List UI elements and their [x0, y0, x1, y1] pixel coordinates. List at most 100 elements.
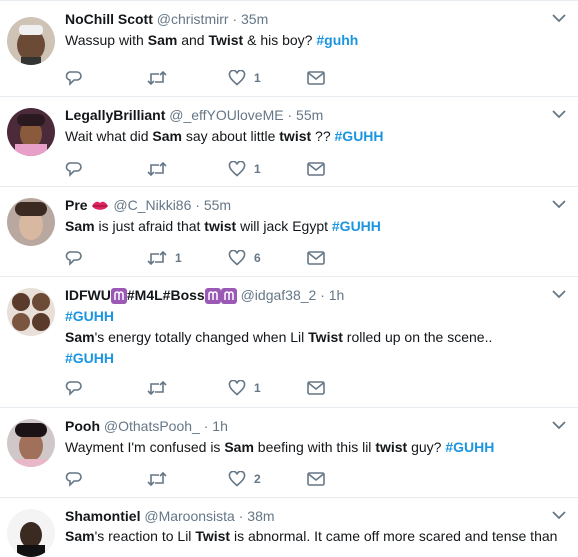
reply-icon — [65, 162, 82, 177]
author-handle[interactable]: @C_Nikki86 — [113, 197, 191, 213]
tweet[interactable]: IDFWU #M4L#Boss @idgaf38_2 · 1h #GUHH Sam… — [0, 277, 578, 408]
reply-button[interactable] — [65, 378, 83, 398]
like-count: 1 — [254, 162, 261, 176]
heart-icon — [228, 380, 246, 396]
timestamp[interactable]: 35m — [241, 11, 268, 27]
reply-button[interactable] — [65, 469, 83, 489]
timestamp[interactable]: 1h — [212, 418, 228, 434]
like-button[interactable]: 1 — [228, 159, 261, 179]
envelope-icon — [307, 71, 325, 85]
retweet-button[interactable]: 1 — [147, 248, 182, 268]
tweet[interactable]: Pre @C_Nikki86 · 55m Sam is just afraid … — [0, 187, 578, 277]
timestamp[interactable]: 55m — [204, 197, 231, 213]
timestamp[interactable]: 55m — [296, 107, 323, 123]
author-handle[interactable]: @idgaf38_2 — [241, 287, 317, 303]
retweet-count: 1 — [175, 251, 182, 265]
tweet-text: Wassup with Sam and Twist & his boy? #gu… — [65, 32, 359, 48]
chevron-down-icon[interactable] — [552, 289, 566, 299]
separator: · — [195, 197, 200, 213]
reply-button[interactable] — [65, 159, 83, 179]
tweet-text: Sam is just afraid that twist will jack … — [65, 218, 381, 234]
tweet[interactable]: NoChill Scott @christmirr · 35m Wassup w… — [0, 1, 578, 97]
separator: · — [238, 508, 244, 524]
dm-button[interactable] — [307, 378, 325, 398]
author-name[interactable]: IDFWU — [65, 287, 111, 303]
reply-button[interactable] — [65, 248, 83, 268]
heart-icon — [228, 471, 246, 487]
avatar[interactable] — [7, 509, 55, 557]
chevron-down-icon[interactable] — [552, 13, 566, 23]
chevron-down-icon[interactable] — [552, 510, 566, 520]
like-button[interactable]: 2 — [228, 469, 261, 489]
separator: · — [320, 287, 325, 303]
author-name[interactable]: Shamontiel — [65, 508, 140, 524]
tweet-text: Sam's reaction to Lil Twist is abnormal.… — [65, 528, 558, 544]
envelope-icon — [307, 472, 325, 486]
tweet-header: LegallyBrilliant @_effYOUloveME · 55m — [65, 106, 323, 124]
hashtag[interactable]: #GUHH — [335, 128, 384, 144]
tweet-actions: 1 — [65, 68, 365, 88]
avatar[interactable] — [7, 419, 55, 467]
author-handle[interactable]: @Maroonsista — [144, 508, 234, 524]
aries-icon — [220, 288, 237, 305]
hashtag[interactable]: #GUHH — [65, 350, 114, 366]
author-name[interactable]: LegallyBrilliant — [65, 107, 165, 123]
timestamp[interactable]: 1h — [329, 287, 345, 303]
author-name[interactable]: Pre — [65, 197, 88, 213]
retweet-icon — [147, 250, 167, 266]
tweet-actions: 2 — [65, 469, 365, 489]
envelope-icon — [307, 162, 325, 176]
chevron-down-icon[interactable] — [552, 109, 566, 119]
like-button[interactable]: 1 — [228, 378, 261, 398]
heart-icon — [228, 161, 246, 177]
author-name-part[interactable]: #M4L#Boss — [127, 287, 205, 303]
author-name[interactable]: Pooh — [65, 418, 100, 434]
reply-button[interactable] — [65, 68, 83, 88]
like-count: 1 — [254, 71, 261, 85]
hashtag[interactable]: #GUHH — [332, 218, 381, 234]
hashtag[interactable]: #guhh — [316, 32, 358, 48]
avatar[interactable] — [7, 288, 55, 336]
retweet-button[interactable] — [147, 378, 167, 398]
like-count: 2 — [254, 472, 261, 486]
hashtag[interactable]: #GUHH — [65, 308, 114, 324]
separator: · — [287, 107, 293, 123]
like-button[interactable]: 1 — [228, 68, 261, 88]
hashtag[interactable]: #GUHH — [445, 439, 494, 455]
avatar[interactable] — [7, 198, 55, 246]
timestamp[interactable]: 38m — [247, 508, 274, 524]
retweet-button[interactable] — [147, 469, 167, 489]
tweet-text: Wait what did Sam say about little twist… — [65, 128, 384, 144]
dm-button[interactable] — [307, 68, 325, 88]
tweet-header: IDFWU #M4L#Boss @idgaf38_2 · 1h — [65, 286, 345, 305]
aries-icon — [204, 288, 221, 305]
tweet-header: Shamontiel @Maroonsista · 38m — [65, 507, 275, 525]
retweet-button[interactable] — [147, 159, 167, 179]
reply-icon — [65, 381, 82, 396]
like-count: 6 — [254, 251, 261, 265]
tweet-header: Pooh @OthatsPooh_ · 1h — [65, 417, 228, 435]
dm-button[interactable] — [307, 159, 325, 179]
avatar[interactable] — [7, 17, 55, 65]
reply-icon — [65, 71, 82, 86]
envelope-icon — [307, 251, 325, 265]
retweet-icon — [147, 380, 167, 396]
tweet[interactable]: Pooh @OthatsPooh_ · 1h Wayment I'm confu… — [0, 408, 578, 498]
author-handle[interactable]: @OthatsPooh_ — [104, 418, 200, 434]
tweet-actions: 1 — [65, 378, 365, 398]
lips-icon — [92, 202, 109, 211]
author-name[interactable]: NoChill Scott — [65, 11, 153, 27]
chevron-down-icon[interactable] — [552, 420, 566, 430]
chevron-down-icon[interactable] — [552, 199, 566, 209]
like-button[interactable]: 6 — [228, 248, 261, 268]
author-handle[interactable]: @_effYOUloveME — [169, 107, 283, 123]
dm-button[interactable] — [307, 248, 325, 268]
retweet-button[interactable] — [147, 68, 167, 88]
avatar[interactable] — [7, 108, 55, 156]
dm-button[interactable] — [307, 469, 325, 489]
separator: · — [203, 418, 209, 434]
tweet[interactable]: LegallyBrilliant @_effYOUloveME · 55m Wa… — [0, 97, 578, 187]
author-handle[interactable]: @christmirr — [157, 11, 229, 27]
tweet[interactable]: Shamontiel @Maroonsista · 38m Sam's reac… — [0, 498, 578, 557]
like-count: 1 — [254, 381, 261, 395]
